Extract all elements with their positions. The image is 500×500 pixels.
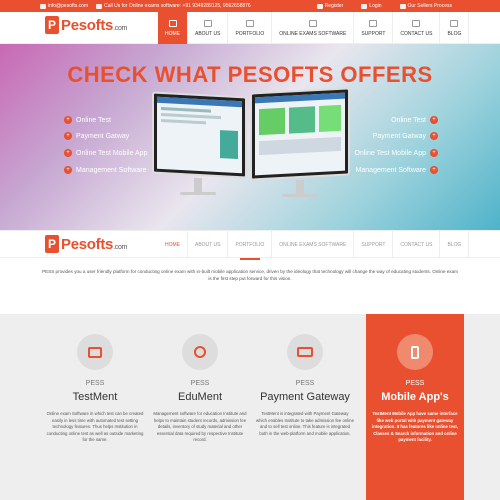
chat-icon — [450, 19, 459, 27]
service-name: Mobile App's — [381, 391, 449, 403]
site-logo[interactable]: P Pesofts.com — [45, 235, 127, 253]
nav-menu: HOME ABOUT US PORTFOLIO ONLINE EXAMS SOF… — [158, 12, 470, 44]
main-nav: P Pesofts.com HOME ABOUT US PORTFOLIO ON… — [0, 12, 500, 44]
mail-icon — [412, 19, 421, 27]
service-description: TestMent is integrated with Payment Gate… — [256, 411, 354, 436]
plus-icon: + — [430, 132, 438, 140]
service-card[interactable]: PESS Payment Gateway TestMent is integra… — [250, 314, 360, 500]
register-link[interactable]: Register — [316, 3, 343, 9]
hero-feature: + Online Test Mobile App — [355, 149, 438, 157]
service-name: TestMent — [72, 391, 118, 403]
nav-contact[interactable]: CONTACT US — [393, 231, 441, 259]
lock-icon — [361, 3, 368, 9]
nav-exams[interactable]: ONLINE EXAMS SOFTWARE — [272, 231, 355, 259]
logo-icon: P — [45, 16, 59, 34]
service-name: EduMent — [177, 391, 223, 403]
nav-contact[interactable]: CONTACT US — [393, 12, 441, 44]
secondary-nav: P Pesofts.com HOME ABOUT US PORTFOLIO ON… — [0, 230, 500, 259]
plus-icon: + — [430, 166, 438, 174]
home-icon — [168, 19, 177, 27]
nav-portfolio[interactable]: PORTFOLIO — [228, 231, 273, 259]
email-contact[interactable]: info@pesofts.com — [40, 3, 88, 9]
service-description: Management software for education Instit… — [153, 411, 247, 442]
phone-icon — [96, 3, 103, 9]
hero-feature: + Management Software — [356, 166, 438, 174]
hero-feature: + Payment Gatway — [64, 132, 129, 140]
hero-banner: CHECK WHAT PESOFTS OFFERS + Online Test +… — [0, 44, 500, 230]
logo-icon: P — [45, 235, 59, 253]
nav-exams[interactable]: ONLINE EXAMS SOFTWARE — [272, 12, 355, 44]
monitor-icon — [77, 334, 113, 370]
nav-about[interactable]: ABOUT US — [188, 231, 229, 259]
monitor-image-right — [250, 87, 350, 181]
hero-feature: + Payment Gatway — [373, 132, 438, 140]
plus-icon: + — [430, 116, 438, 124]
hero-feature: + Management Software — [64, 166, 146, 174]
phone-contact: Call Us for Online exams software: +91 9… — [96, 3, 251, 9]
plus-icon: + — [64, 166, 72, 174]
site-logo[interactable]: P Pesofts.com — [45, 16, 127, 34]
service-description: TestMent Mobile App have same interface … — [372, 411, 458, 442]
folder-icon — [245, 19, 254, 27]
intro-text: PESS provides you a user friendly platfo… — [42, 269, 458, 281]
top-bar: info@pesofts.com Call Us for Online exam… — [0, 0, 500, 12]
section-divider — [240, 258, 260, 260]
nav-support[interactable]: SUPPORT — [354, 231, 394, 259]
info-icon — [203, 19, 212, 27]
hero-feature: + Online Test — [64, 116, 111, 124]
nav-support[interactable]: SUPPORT — [354, 12, 394, 44]
cart-icon — [399, 3, 406, 9]
mobile-icon — [397, 334, 433, 370]
hero-title: CHECK WHAT PESOFTS OFFERS — [67, 62, 433, 87]
hero-feature: + Online Test Mobile App — [64, 149, 147, 157]
mail-icon — [40, 3, 46, 9]
services-section: PESS TestMent Online exam Software in wh… — [0, 314, 500, 500]
plus-icon: + — [64, 116, 72, 124]
user-icon — [316, 3, 323, 9]
sellers-link[interactable]: Our Sellers Process — [399, 3, 452, 9]
nav-home[interactable]: HOME — [158, 12, 188, 44]
service-card[interactable]: PESS TestMent Online exam Software in wh… — [40, 314, 150, 500]
nav-home[interactable]: HOME — [158, 231, 188, 259]
nav-about[interactable]: ABOUT US — [188, 12, 229, 44]
service-name: Payment Gateway — [260, 391, 350, 403]
service-card-highlighted[interactable]: PESS Mobile App's TestMent Mobile App ha… — [366, 314, 464, 500]
hero-feature: + Online Test — [391, 116, 438, 124]
nav-blog[interactable]: BLOG — [440, 231, 470, 259]
nav-blog[interactable]: BLOG — [440, 12, 470, 44]
card-icon — [287, 334, 323, 370]
plus-icon: + — [64, 149, 72, 157]
plus-icon: + — [430, 149, 438, 157]
service-description: Online exam Software in which test can b… — [46, 411, 144, 442]
login-link[interactable]: Login — [361, 3, 382, 9]
monitor-image-left — [152, 91, 247, 179]
gear-icon — [369, 19, 378, 27]
nav-portfolio[interactable]: PORTFOLIO — [228, 12, 273, 44]
plus-icon: + — [64, 132, 72, 140]
edit-icon — [308, 19, 317, 27]
service-card[interactable]: PESS EduMent Management software for edu… — [145, 314, 255, 500]
people-icon — [182, 334, 218, 370]
